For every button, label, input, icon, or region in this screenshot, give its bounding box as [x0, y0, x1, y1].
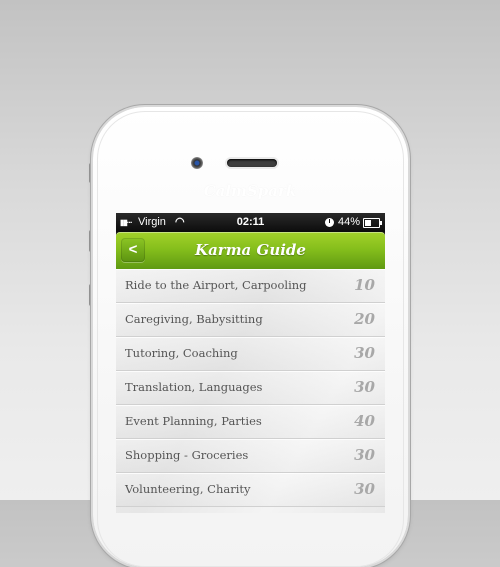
status-bar: ▮▮··· Virgin ◠ 02:11 44%	[116, 213, 385, 232]
alarm-clock-icon	[325, 218, 334, 227]
item-label: Tutoring, Coaching	[125, 346, 238, 360]
item-points: 30	[354, 480, 375, 498]
battery-icon	[363, 218, 382, 228]
battery-percent: 44%	[338, 216, 361, 228]
item-points: 30	[354, 344, 375, 362]
page-title: Karma Guide	[195, 241, 306, 259]
item-label: Translation, Languages	[125, 380, 263, 394]
item-label: Ride to the Airport, Carpooling	[125, 278, 307, 292]
list-item[interactable]: Ride to the Airport, Carpooling 10	[116, 269, 385, 303]
list-item[interactable]: Translation, Languages 30	[116, 371, 385, 405]
phone-screen: ▮▮··· Virgin ◠ 02:11 44% < Karma Guide R…	[116, 213, 385, 513]
navigation-bar: < Karma Guide	[116, 232, 385, 269]
list-item[interactable]: Volunteering, Charity 30	[116, 473, 385, 507]
list-item[interactable]: Event Planning, Parties 40	[116, 405, 385, 439]
front-camera-icon	[191, 157, 203, 169]
list-item[interactable]: Tutoring, Coaching 30	[116, 337, 385, 371]
list-item[interactable]: Caregiving, Babysitting 20	[116, 303, 385, 337]
item-label: Event Planning, Parties	[125, 414, 262, 428]
item-points: 20	[354, 310, 375, 328]
karma-list: Ride to the Airport, Carpooling 10 Careg…	[116, 269, 385, 513]
item-label: Volunteering, Charity	[125, 482, 251, 496]
item-label: Caregiving, Babysitting	[125, 312, 263, 326]
earpiece-speaker	[227, 159, 277, 167]
item-points: 10	[354, 276, 375, 294]
item-label: Shopping - Groceries	[125, 448, 249, 462]
item-points: 30	[354, 378, 375, 396]
list-item[interactable]: Shopping - Groceries 30	[116, 439, 385, 473]
device-brand-logo: CalmSpark	[203, 182, 297, 200]
item-points: 40	[354, 412, 375, 430]
item-points: 30	[354, 446, 375, 464]
